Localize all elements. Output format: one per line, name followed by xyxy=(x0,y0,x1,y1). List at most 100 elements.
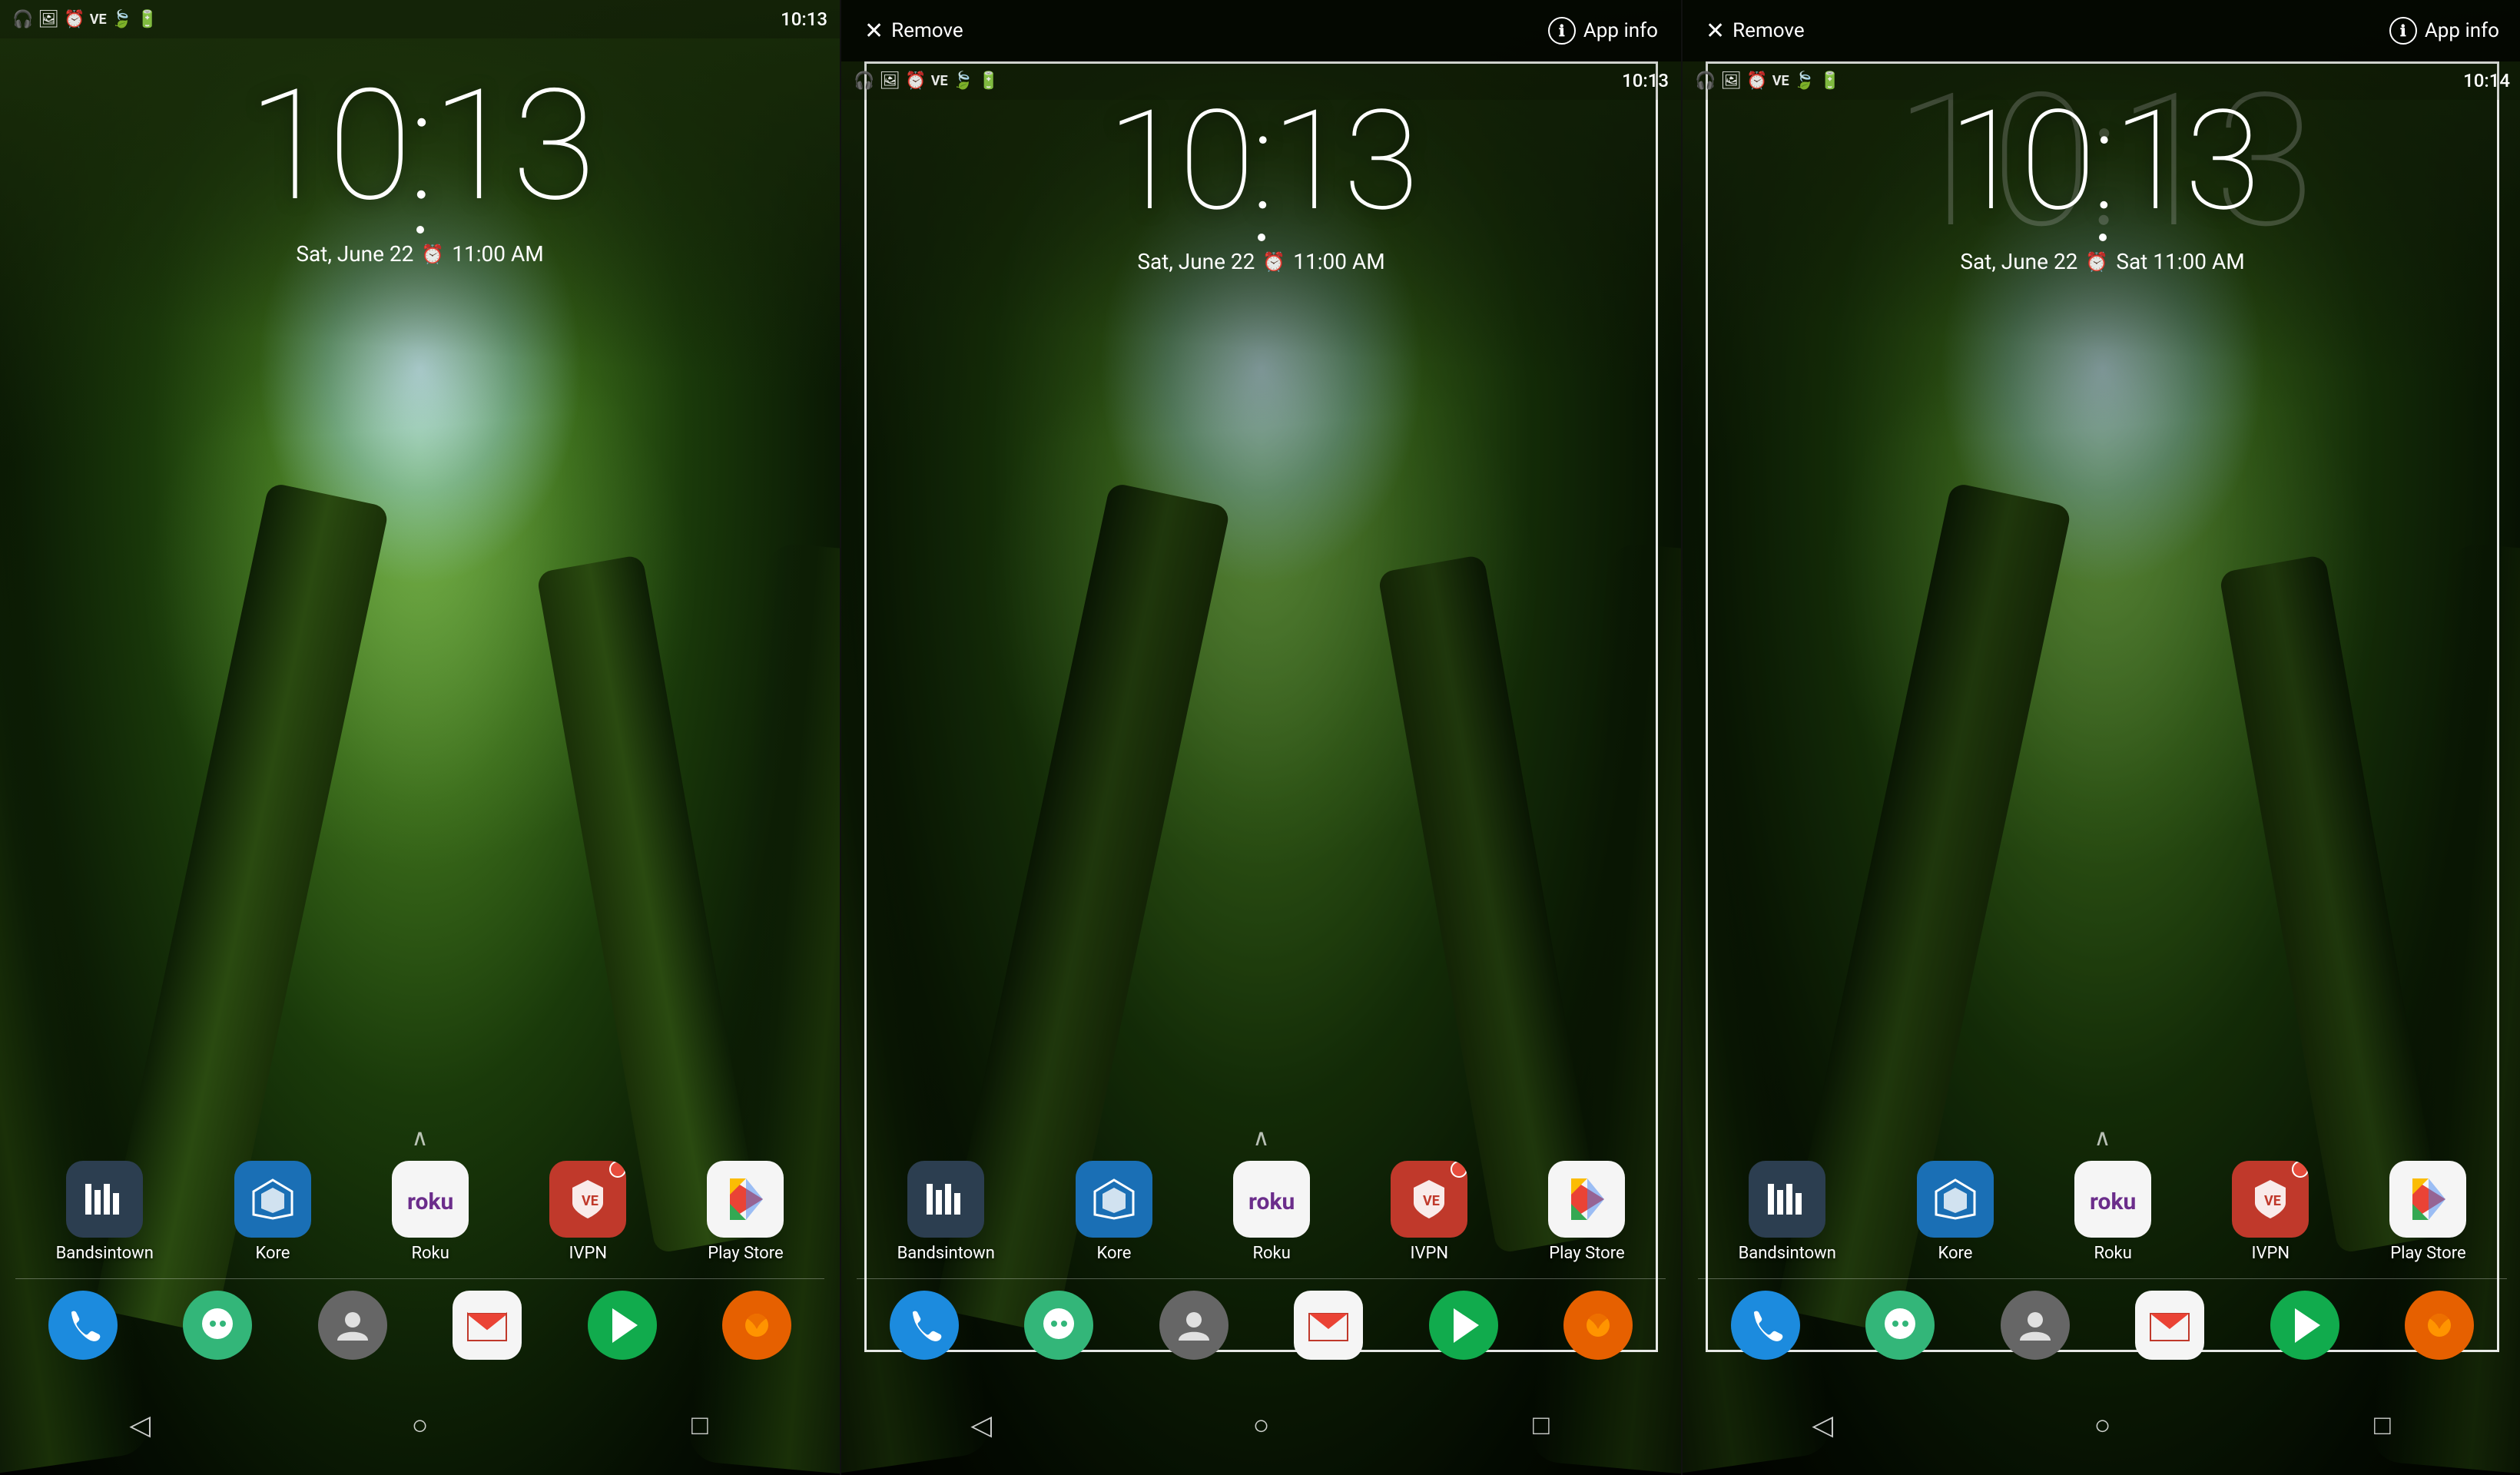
ve-icon-2: VE xyxy=(931,73,948,89)
leaf-icon-2: 🍃 xyxy=(953,71,973,91)
status-bar-2: 🎧 🖼 ⏰ VE 🍃 🔋 10:13 xyxy=(841,61,1681,100)
app-ivpn-1[interactable]: VE IVPN xyxy=(549,1161,626,1263)
dock-bottom-row-2 xyxy=(841,1291,1681,1360)
clock-time-1: 10:13 xyxy=(247,69,592,223)
app-bandsintown-2[interactable]: Bandsintown xyxy=(897,1161,995,1263)
apps-row-1: Bandsintown Kore roku Ro xyxy=(0,1161,840,1263)
app-roku-2[interactable]: roku Roku xyxy=(1233,1161,1310,1263)
back-button-1[interactable]: ◁ xyxy=(109,1394,171,1456)
clock-date-text-3: Sat, June 22 xyxy=(1960,249,2077,274)
app-roku-1[interactable]: roku Roku xyxy=(392,1161,469,1263)
apps-row-3: Bandsintown Kore roku Roku xyxy=(1683,1161,2520,1263)
svg-text:VE: VE xyxy=(2264,1193,2281,1209)
recents-button-3[interactable]: □ xyxy=(2352,1394,2413,1456)
playstore-label-2: Play Store xyxy=(1549,1244,1624,1263)
status-icons-left-3: 🎧 🖼 ⏰ VE 🍃 🔋 xyxy=(1695,71,1840,91)
dock-firefox-2[interactable] xyxy=(1563,1291,1633,1360)
status-time-3: 10:14 xyxy=(2463,70,2510,91)
clock-dot-1 xyxy=(416,226,424,234)
dock-hangouts-1[interactable] xyxy=(183,1291,252,1360)
info-icon-2: ℹ xyxy=(1548,17,1576,45)
back-button-2[interactable]: ◁ xyxy=(950,1394,1012,1456)
app-ivpn-2[interactable]: VE IVPN xyxy=(1391,1161,1467,1263)
back-button-3[interactable]: ◁ xyxy=(1792,1394,1853,1456)
image-icon-3: 🖼 xyxy=(1720,71,1742,91)
remove-button-2[interactable]: ✕ Remove xyxy=(864,18,963,45)
podcast-dock-icon-1 xyxy=(588,1291,657,1360)
app-ivpn-3[interactable]: VE IVPN xyxy=(2232,1161,2309,1263)
app-kore-2[interactable]: Kore xyxy=(1076,1161,1152,1263)
dock-podcast-1[interactable] xyxy=(588,1291,657,1360)
recents-button-1[interactable]: □ xyxy=(669,1394,731,1456)
battery-icon-2: 🔋 xyxy=(978,71,999,91)
home-button-2[interactable]: ○ xyxy=(1230,1394,1292,1456)
app-roku-3[interactable]: roku Roku xyxy=(2074,1161,2151,1263)
clock-date-1: Sat, June 22 ⏰ 11:00 AM xyxy=(296,241,543,267)
dock-gmail-3[interactable] xyxy=(2135,1291,2204,1360)
dock-podcast-2[interactable] xyxy=(1429,1291,1498,1360)
dock-sep-1 xyxy=(15,1278,824,1279)
playstore-icon-2 xyxy=(1548,1161,1625,1238)
bandsintown-label-1: Bandsintown xyxy=(56,1244,154,1263)
kore-label-1: Kore xyxy=(256,1244,290,1263)
clock-time-2: 10:13 xyxy=(1107,92,1415,230)
dock-gmail-2[interactable] xyxy=(1294,1291,1363,1360)
home-button-3[interactable]: ○ xyxy=(2071,1394,2133,1456)
app-playstore-1[interactable]: Play Store xyxy=(707,1161,784,1263)
battery-icon: 🔋 xyxy=(137,10,158,29)
dock-phone-3[interactable] xyxy=(1731,1291,1800,1360)
app-bandsintown-3[interactable]: Bandsintown xyxy=(1739,1161,1836,1263)
remove-button-3[interactable]: ✕ Remove xyxy=(1706,18,1805,45)
firefox-dock-icon-3 xyxy=(2405,1291,2474,1360)
dock-gravatar-2[interactable] xyxy=(1159,1291,1228,1360)
app-bandsintown-1[interactable]: Bandsintown xyxy=(56,1161,154,1263)
dock-gmail-1[interactable] xyxy=(453,1291,522,1360)
dock-gravatar-3[interactable] xyxy=(2001,1291,2070,1360)
dock-phone-2[interactable] xyxy=(890,1291,959,1360)
info-icon-3: ℹ xyxy=(2389,17,2417,45)
podcast-dock-icon-2 xyxy=(1429,1291,1498,1360)
bandsintown-icon-3 xyxy=(1749,1161,1825,1238)
clock-dot-2 xyxy=(1258,234,1265,241)
phone-screen-1: 🎧 🖼 ⏰ VE 🍃 🔋 10:13 10:13 Sat, June 22 ⏰ … xyxy=(0,0,840,1475)
app-playstore-2[interactable]: Play Store xyxy=(1548,1161,1625,1263)
clock-icon-3: ⏰ xyxy=(1746,71,1767,91)
dock-firefox-1[interactable] xyxy=(722,1291,791,1360)
dock-sep-3 xyxy=(1698,1278,2507,1279)
app-kore-3[interactable]: Kore xyxy=(1917,1161,1994,1263)
dock-hangouts-2[interactable] xyxy=(1024,1291,1093,1360)
bandsintown-icon-2 xyxy=(907,1161,984,1238)
gmail-dock-icon-1 xyxy=(453,1291,522,1360)
clock-alarm-1: 11:00 AM xyxy=(452,241,543,267)
app-kore-1[interactable]: Kore xyxy=(234,1161,311,1263)
status-time-2: 10:13 xyxy=(1622,70,1669,91)
ivpn-badge-2 xyxy=(1451,1161,1467,1178)
phone-screen-3: ✕ Remove ℹ App info 🎧 🖼 ⏰ VE 🍃 🔋 10:14 1… xyxy=(1683,0,2520,1475)
status-icons-right-3: 10:14 xyxy=(2463,70,2510,91)
status-icons-left-2: 🎧 🖼 ⏰ VE 🍃 🔋 xyxy=(854,71,999,91)
dock-hangouts-3[interactable] xyxy=(1865,1291,1935,1360)
clock-dot-3 xyxy=(2099,234,2107,241)
status-bar-1: 🎧 🖼 ⏰ VE 🍃 🔋 10:13 xyxy=(0,0,840,38)
recents-button-2[interactable]: □ xyxy=(1510,1394,1572,1456)
gravatar-dock-icon-3 xyxy=(2001,1291,2070,1360)
status-bar-3: 🎧 🖼 ⏰ VE 🍃 🔋 10:14 xyxy=(1683,61,2520,100)
appinfo-button-2[interactable]: ℹ App info xyxy=(1548,17,1658,45)
ivpn-badge-1 xyxy=(609,1161,626,1178)
roku-icon-2: roku xyxy=(1233,1161,1310,1238)
dock-gravatar-1[interactable] xyxy=(318,1291,387,1360)
svg-text:VE: VE xyxy=(582,1193,598,1209)
bandsintown-icon-1 xyxy=(66,1161,143,1238)
action-bar-2: ✕ Remove ℹ App info xyxy=(841,0,1681,61)
alarm-icon-2: ⏰ xyxy=(1262,251,1285,273)
dock-phone-1[interactable] xyxy=(48,1291,118,1360)
clock-time-3: 10:13 xyxy=(1948,92,2256,230)
dock-firefox-3[interactable] xyxy=(2405,1291,2474,1360)
close-icon-3: ✕ xyxy=(1706,18,1725,45)
svg-text:roku: roku xyxy=(1248,1188,1295,1215)
home-button-1[interactable]: ○ xyxy=(389,1394,450,1456)
app-playstore-3[interactable]: Play Store xyxy=(2389,1161,2466,1263)
clock-alarm-2: 11:00 AM xyxy=(1293,249,1384,274)
appinfo-button-3[interactable]: ℹ App info xyxy=(2389,17,2499,45)
dock-podcast-3[interactable] xyxy=(2270,1291,2339,1360)
